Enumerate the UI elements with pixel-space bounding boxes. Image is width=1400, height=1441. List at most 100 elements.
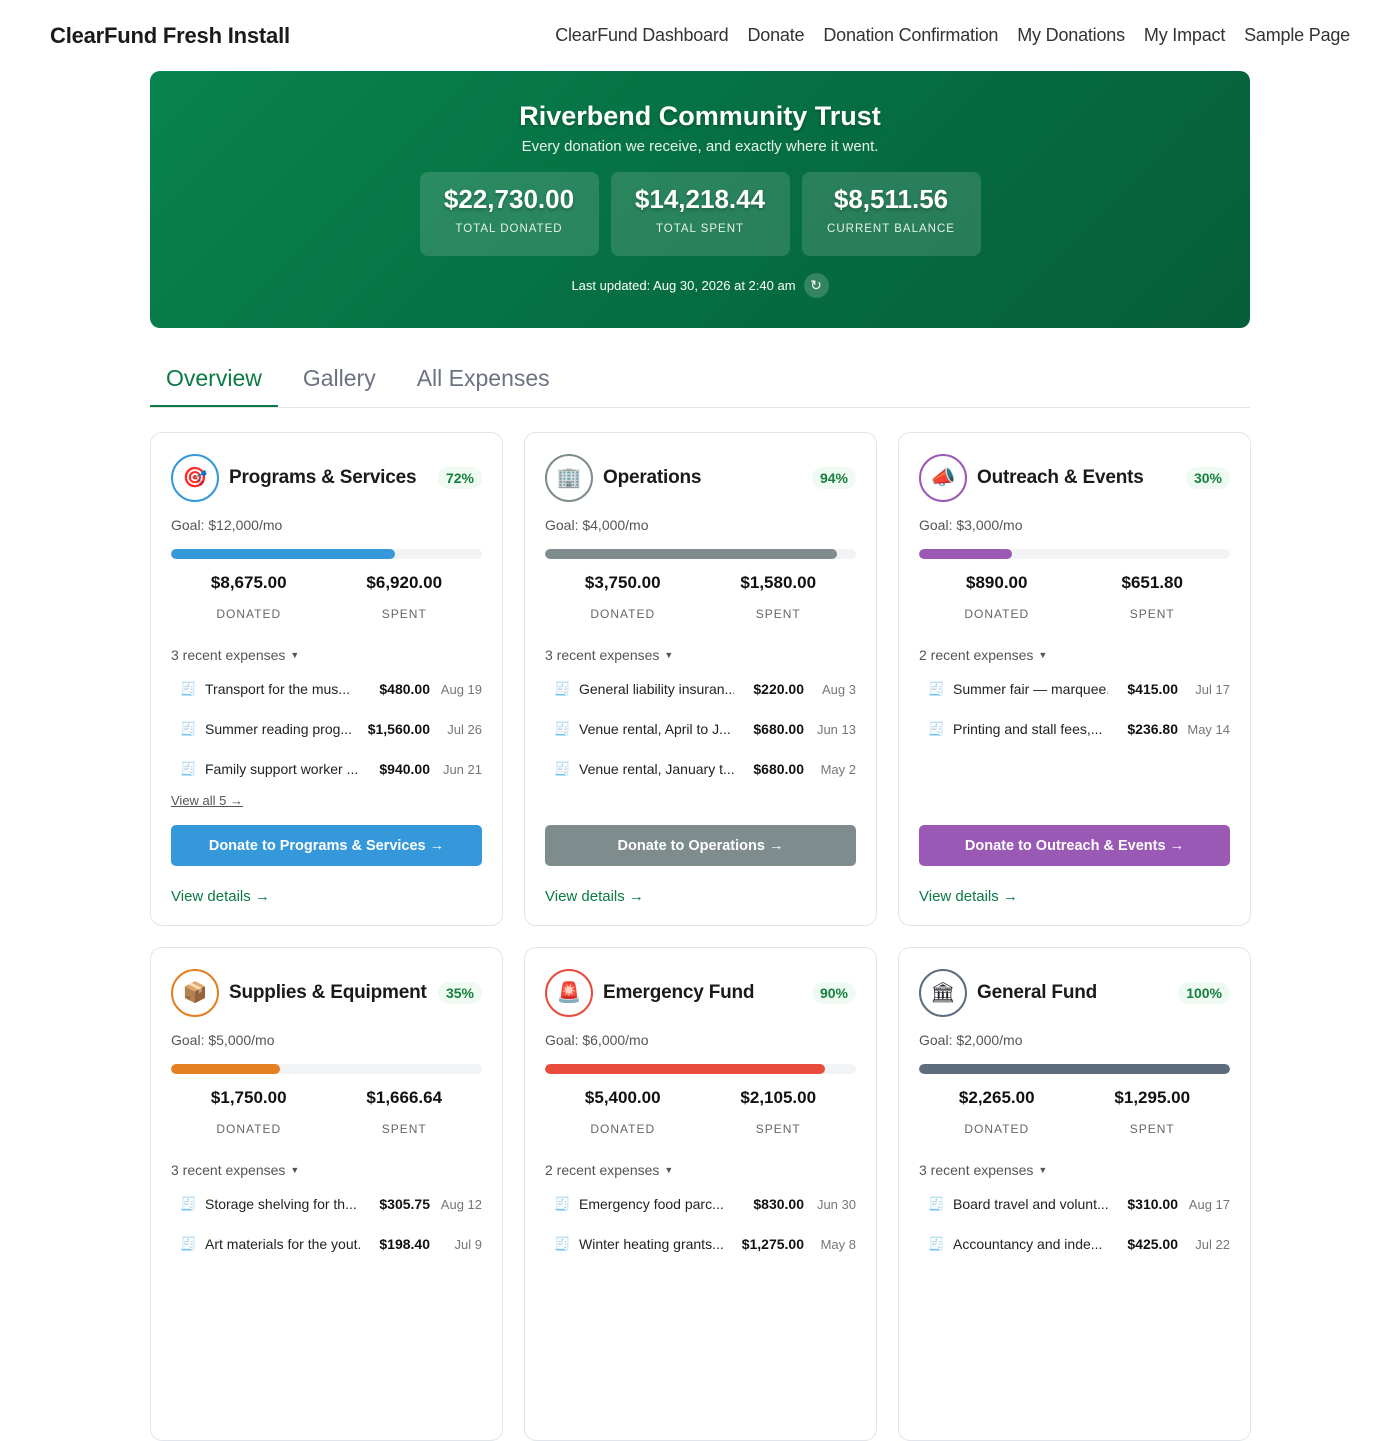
expense-date: May 14 [1187,721,1230,737]
office-building-icon: 🏢 [545,453,593,502]
spent-label: SPENT [1129,607,1175,621]
amount-summary: $5,400.00 DONATED $2,105.00 SPENT [545,1088,856,1136]
main-nav: ClearFund Dashboard Donate Donation Conf… [555,25,1350,46]
recent-expenses-toggle[interactable]: 3 recent expenses ▼ [171,647,482,663]
expense-description: General liability insuran... [579,681,734,697]
expense-date: May 2 [820,761,856,777]
donated-label: DONATED [590,607,656,621]
spent-summary: $2,105.00 SPENT [701,1088,857,1136]
donated-label: DONATED [590,1122,656,1136]
expense-row[interactable]: 🧾 Transport for the mus... $480.00 Aug 1… [171,669,482,709]
receipt-icon: 🧾 [180,1196,197,1211]
siren-icon: 🚨 [545,968,593,1017]
recent-expenses-toggle[interactable]: 2 recent expenses ▼ [545,1162,856,1178]
donated-summary: $3,750.00 DONATED [545,573,701,621]
expense-date: Jun 30 [816,1196,856,1212]
expense-amount: $220.00 [753,681,804,697]
donated-summary: $1,750.00 DONATED [171,1088,327,1136]
expense-row[interactable]: 🧾 Venue rental, April to J... $680.00 Ju… [545,709,856,749]
receipt-icon: 🧾 [554,1196,571,1211]
stat-value: $14,218.44 [634,184,766,214]
donated-summary: $5,400.00 DONATED [545,1088,701,1136]
card-header: 📦 Supplies & Equipment 35% [171,968,482,1017]
donated-amount: $3,750.00 [584,573,661,592]
expense-description: Transport for the mus... [205,681,350,697]
expense-date: Aug 3 [822,681,856,697]
expense-description: Emergency food parc... [579,1196,724,1212]
view-details-link[interactable]: View details → [919,888,1018,905]
donated-label: DONATED [964,1122,1030,1136]
expense-row[interactable]: 🧾 Summer reading prog... $1,560.00 Jul 2… [171,709,482,749]
donated-label: DONATED [216,1122,282,1136]
donate-button[interactable]: Donate to Programs & Services → [171,825,482,866]
donate-button[interactable]: Donate to Outreach & Events → [919,825,1230,866]
expense-amount: $305.75 [379,1196,430,1212]
category-title: Operations [603,466,702,488]
category-card: 📦 Supplies & Equipment 35% Goal: $5,000/… [150,947,503,1441]
category-title: Programs & Services [229,466,417,488]
expense-row[interactable]: 🧾 Emergency food parc... $830.00 Jun 30 [545,1184,856,1224]
expense-row[interactable]: 🧾 Printing and stall fees,... $236.80 Ma… [919,709,1230,749]
expense-description: Summer reading prog... [205,721,353,737]
stat-label: TOTAL DONATED [455,223,563,235]
view-details-link[interactable]: View details → [171,888,270,905]
recent-expenses-toggle[interactable]: 2 recent expenses ▼ [919,647,1230,663]
nav-link-donation-confirmation[interactable]: Donation Confirmation [823,25,998,46]
progress-percent-badge: 100% [1178,981,1230,1004]
recent-expenses-toggle[interactable]: 3 recent expenses ▼ [171,1162,482,1178]
spent-label: SPENT [381,1122,427,1136]
receipt-icon: 🧾 [554,761,571,776]
recent-expenses-label: 3 recent expenses [171,1162,286,1178]
expense-amount: $1,560.00 [367,721,430,737]
tab-gallery[interactable]: Gallery [287,348,392,407]
expense-row[interactable]: 🧾 Family support worker ... $940.00 Jun … [171,749,482,789]
expense-row[interactable]: 🧾 General liability insuran... $220.00 A… [545,669,856,709]
stat-label: TOTAL SPENT [655,223,745,235]
receipt-icon: 🧾 [180,681,197,696]
expense-date: Aug 19 [440,681,482,697]
spent-label: SPENT [381,607,427,621]
hero-banner: Riverbend Community Trust Every donation… [150,71,1250,328]
tab-all-expenses[interactable]: All Expenses [401,348,566,407]
progress-bar [545,1064,856,1074]
expense-row[interactable]: 🧾 Storage shelving for th... $305.75 Aug… [171,1184,482,1224]
view-details-link[interactable]: View details → [545,888,644,905]
expense-row[interactable]: 🧾 Art materials for the yout... $198.40 … [171,1224,482,1264]
nav-link-my-donations[interactable]: My Donations [1017,25,1125,46]
expense-row[interactable]: 🧾 Winter heating grants... $1,275.00 May… [545,1224,856,1264]
expense-description: Printing and stall fees,... [953,721,1103,737]
category-glyph: 🚨 [556,982,582,1004]
progress-bar [171,549,482,559]
donate-button[interactable]: Donate to Operations → [545,825,856,866]
nav-link-my-impact[interactable]: My Impact [1144,25,1225,46]
receipt-icon: 🧾 [928,721,945,736]
recent-expenses-toggle[interactable]: 3 recent expenses ▼ [919,1162,1230,1178]
expense-date: Jun 13 [816,721,856,737]
donated-amount: $5,400.00 [584,1088,661,1107]
expense-row[interactable]: 🧾 Board travel and volunt... $310.00 Aug… [919,1184,1230,1224]
expense-row[interactable]: 🧾 Venue rental, January t... $680.00 May… [545,749,856,789]
expense-row[interactable]: 🧾 Summer fair — marquee... $415.00 Jul 1… [919,669,1230,709]
recent-expenses-toggle[interactable]: 3 recent expenses ▼ [545,647,856,663]
expense-amount: $940.00 [379,761,430,777]
view-all-expenses-link[interactable]: View all 5 → [171,793,243,808]
nav-link-sample-page[interactable]: Sample Page [1244,25,1350,46]
nav-link-donate[interactable]: Donate [748,25,805,46]
category-glyph: 📦 [182,982,208,1004]
refresh-icon[interactable]: ↻ [803,273,829,298]
progress-bar-fill [545,1064,825,1074]
tab-overview[interactable]: Overview [150,348,278,407]
card-header: 🎯 Programs & Services 72% [171,453,482,502]
expense-row[interactable]: 🧾 Accountancy and inde... $425.00 Jul 22 [919,1224,1230,1264]
stat-value: $8,511.56 [833,184,949,214]
nav-link-dashboard[interactable]: ClearFund Dashboard [555,25,729,46]
expense-description: Venue rental, January t... [579,761,734,777]
donated-amount: $1,750.00 [210,1088,287,1107]
site-title[interactable]: ClearFund Fresh Install [50,23,290,49]
spent-summary: $1,295.00 SPENT [1075,1088,1231,1136]
donated-summary: $8,675.00 DONATED [171,573,327,621]
site-header: ClearFund Fresh Install ClearFund Dashbo… [0,0,1400,71]
category-goal: Goal: $6,000/mo [545,1032,649,1048]
progress-percent-badge: 30% [1185,466,1230,489]
category-card: 🚨 Emergency Fund 90% Goal: $6,000/mo $5,… [524,947,877,1441]
